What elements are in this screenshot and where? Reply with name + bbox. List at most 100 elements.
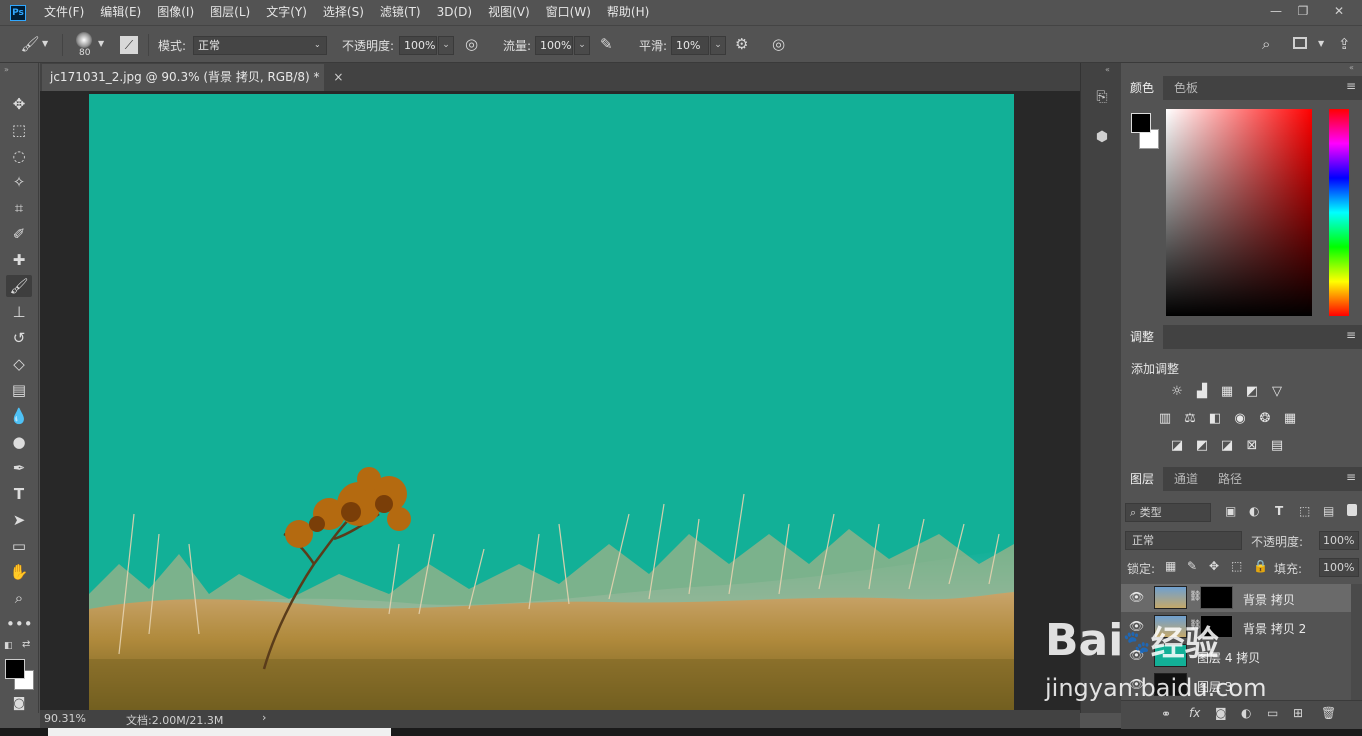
layers-scrollbar[interactable] — [1351, 584, 1362, 700]
smoothing-dropdown[interactable]: ⌄ — [710, 36, 726, 55]
share-icon[interactable]: ⇪ — [1338, 35, 1351, 53]
swap-colors-icon[interactable]: ⇄ — [22, 639, 30, 650]
healing-brush-tool-icon[interactable]: ✚ — [6, 249, 32, 271]
collapse-dock-icon[interactable]: « — [1105, 65, 1110, 74]
hue-slider[interactable] — [1329, 109, 1349, 316]
blend-mode-select[interactable]: 正常 — [1125, 531, 1242, 550]
fill-input[interactable]: 100% — [1319, 558, 1359, 577]
layer-opacity-input[interactable]: 100% — [1319, 531, 1359, 550]
lock-transparent-icon[interactable]: ▦ — [1165, 559, 1176, 573]
black-white-icon[interactable]: ◧ — [1206, 410, 1224, 428]
channel-mixer-icon[interactable]: ❂ — [1256, 410, 1274, 428]
vibrance-icon[interactable]: ▽ — [1268, 383, 1286, 401]
chevron-down-icon[interactable]: ▼ — [98, 39, 104, 48]
menu-filter[interactable]: 滤镜(T) — [372, 0, 429, 25]
type-tool-icon[interactable]: T — [6, 483, 32, 505]
document-tab[interactable]: jc171031_2.jpg @ 90.3% (背景 拷贝, RGB/8) * … — [42, 64, 343, 91]
pressure-opacity-icon[interactable]: ◎ — [465, 35, 478, 53]
delete-layer-icon[interactable]: 🗑 — [1321, 706, 1336, 720]
layer-filter-select[interactable]: ⌕ 类型 — [1125, 503, 1211, 522]
collapse-icon[interactable]: » — [4, 65, 9, 74]
pen-tool-icon[interactable]: ✒ — [6, 457, 32, 479]
minimize-button[interactable]: — — [1265, 2, 1287, 20]
photo-filter-icon[interactable]: ◉ — [1231, 410, 1249, 428]
status-menu-arrow[interactable]: › — [262, 711, 266, 724]
filter-type-icon[interactable]: T — [1275, 504, 1283, 518]
lock-all-icon[interactable]: 🔒 — [1253, 559, 1268, 573]
document-canvas[interactable] — [89, 94, 1014, 710]
3d-panel-icon[interactable]: ⬢ — [1089, 125, 1115, 149]
smoothing-input[interactable]: 10% — [671, 36, 709, 55]
flow-input[interactable]: 100% — [535, 36, 573, 55]
gear-icon[interactable]: ⚙ — [735, 35, 748, 53]
filter-smart-object-icon[interactable]: ▤ — [1323, 504, 1334, 518]
menu-3d[interactable]: 3D(D) — [429, 0, 480, 25]
menu-edit[interactable]: 编辑(E) — [92, 0, 149, 25]
search-icon[interactable]: ⌕ — [1262, 35, 1270, 53]
exposure-icon[interactable]: ◩ — [1243, 383, 1261, 401]
selective-color-icon[interactable]: ⊠ — [1243, 437, 1261, 455]
menu-file[interactable]: 文件(F) — [36, 0, 92, 25]
eraser-tool-icon[interactable]: ◇ — [6, 353, 32, 375]
more-tools-icon[interactable]: ••• — [6, 613, 33, 635]
panel-menu-icon[interactable]: ≡ — [1346, 328, 1356, 342]
filter-shape-icon[interactable]: ⬚ — [1299, 504, 1310, 518]
color-lookup-icon[interactable]: ▦ — [1281, 410, 1299, 428]
foreground-color-swatch[interactable] — [5, 659, 25, 679]
history-panel-icon[interactable]: ⎘ — [1089, 85, 1115, 109]
hand-tool-icon[interactable]: ✋ — [6, 561, 32, 583]
color-field[interactable] — [1166, 109, 1312, 316]
color-balance-icon[interactable]: ⚖ — [1181, 410, 1199, 428]
brightness-icon[interactable]: ☼ — [1168, 383, 1186, 401]
lock-artboard-icon[interactable]: ⬚ — [1231, 559, 1242, 573]
tab-layers[interactable]: 图层 — [1121, 467, 1164, 491]
filter-pixel-icon[interactable]: ▣ — [1225, 504, 1236, 518]
hue-saturation-icon[interactable]: ▥ — [1156, 410, 1174, 428]
crop-tool-icon[interactable]: ⌗ — [6, 197, 32, 219]
brush-tool-preset-icon[interactable]: 🖌 — [20, 35, 40, 55]
history-brush-tool-icon[interactable]: ↺ — [6, 327, 32, 349]
layer-row[interactable]: 👁 ⛓ 背景 拷贝 — [1121, 584, 1351, 612]
pressure-size-icon[interactable]: ◎ — [772, 35, 785, 53]
brush-tool-icon[interactable]: 🖌 — [6, 275, 32, 297]
path-select-tool-icon[interactable]: ➤ — [6, 509, 32, 531]
blur-tool-icon[interactable]: 💧 — [6, 405, 32, 427]
rectangle-tool-icon[interactable]: ▭ — [6, 535, 32, 557]
chevron-down-icon[interactable]: ▼ — [1318, 39, 1324, 48]
filter-adjustment-icon[interactable]: ◐ — [1249, 504, 1259, 518]
flow-dropdown[interactable]: ⌄ — [574, 36, 590, 55]
close-window-button[interactable]: ✕ — [1328, 2, 1350, 20]
panel-menu-icon[interactable]: ≡ — [1346, 79, 1356, 93]
invert-icon[interactable]: ◪ — [1168, 437, 1186, 455]
menu-help[interactable]: 帮助(H) — [599, 0, 657, 25]
new-layer-icon[interactable]: ⊞ — [1293, 706, 1303, 720]
workspace-icon[interactable] — [1293, 37, 1307, 49]
default-colors-icon[interactable]: ◧ — [4, 641, 13, 651]
brush-settings-icon[interactable]: ⟋ — [120, 36, 138, 54]
opacity-input[interactable]: 100% — [399, 36, 437, 55]
restore-button[interactable]: ❐ — [1292, 2, 1314, 20]
layer-style-icon[interactable]: fx — [1189, 706, 1200, 720]
menu-layer[interactable]: 图层(L) — [202, 0, 258, 25]
close-tab-icon[interactable]: × — [333, 70, 343, 84]
link-layers-icon[interactable]: ⚭ — [1161, 707, 1171, 721]
gradient-map-icon[interactable]: ▤ — [1268, 437, 1286, 455]
eyedropper-tool-icon[interactable]: ✐ — [6, 223, 32, 245]
chevron-down-icon[interactable]: ▼ — [42, 39, 48, 48]
menu-window[interactable]: 窗口(W) — [538, 0, 599, 25]
menu-type[interactable]: 文字(Y) — [258, 0, 315, 25]
airbrush-icon[interactable]: ✎ — [600, 35, 613, 53]
eye-icon[interactable]: 👁 — [1129, 590, 1144, 604]
tab-channels[interactable]: 通道 — [1165, 467, 1207, 491]
menu-select[interactable]: 选择(S) — [315, 0, 372, 25]
gradient-tool-icon[interactable]: ▤ — [6, 379, 32, 401]
lock-pixels-icon[interactable]: ✎ — [1187, 559, 1197, 573]
new-group-icon[interactable]: ▭ — [1267, 706, 1278, 720]
zoom-tool-icon[interactable]: ⌕ — [6, 587, 32, 609]
menu-view[interactable]: 视图(V) — [480, 0, 538, 25]
marquee-tool-icon[interactable]: ⬚ — [6, 119, 32, 141]
tab-color[interactable]: 颜色 — [1121, 76, 1164, 100]
filter-toggle-icon[interactable] — [1347, 504, 1357, 516]
tab-adjustments[interactable]: 调整 — [1121, 325, 1164, 349]
opacity-dropdown[interactable]: ⌄ — [438, 36, 454, 55]
